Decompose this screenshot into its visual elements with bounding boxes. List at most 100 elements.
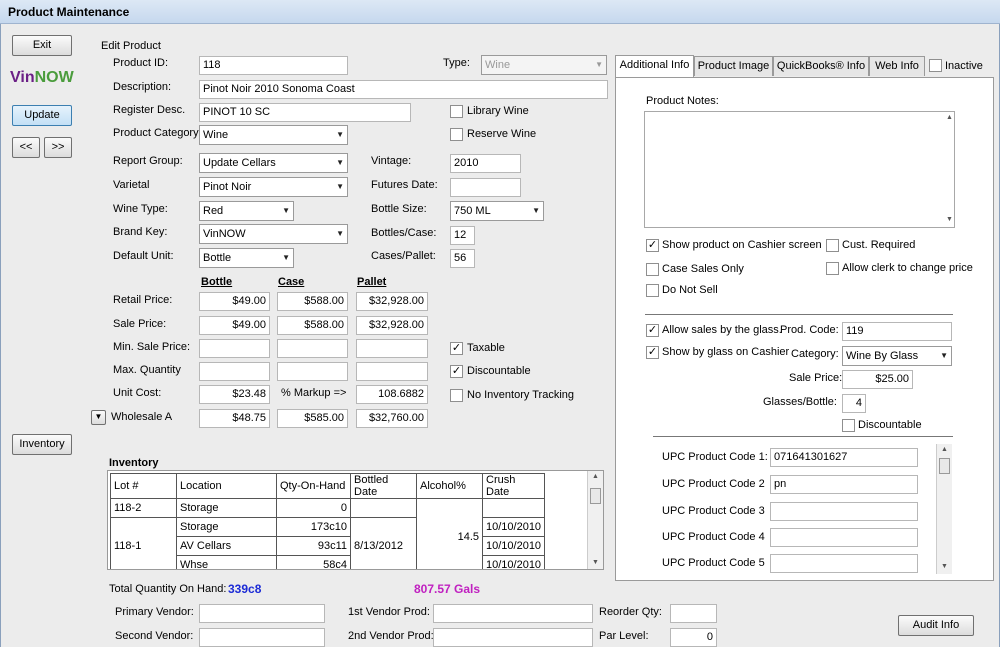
wine-type-select[interactable]: Red <box>199 201 294 221</box>
discountable-checkbox[interactable]: ✓ <box>450 365 463 378</box>
exit-button[interactable]: Exit <box>12 35 72 56</box>
wholesale-case-field[interactable]: $585.00 <box>277 409 348 428</box>
glass-category-select[interactable]: Wine By Glass <box>842 346 952 366</box>
retail-case-field[interactable]: $588.00 <box>277 292 348 311</box>
register-desc-field[interactable]: PINOT 10 SC <box>199 103 411 122</box>
tab-additional-info[interactable]: Additional Info <box>615 55 694 77</box>
product-notes-textarea[interactable]: ▲ ▼ <box>644 111 955 228</box>
inactive-checkbox[interactable] <box>929 59 942 72</box>
table-row[interactable]: 118-2 Storage 0 14.5 <box>110 498 546 569</box>
inventory-button[interactable]: Inventory <box>12 434 72 455</box>
lot-cell: 118-2 <box>110 498 177 518</box>
qty-cell: 0 <box>276 498 351 518</box>
sale-pallet-field[interactable]: $32,928.00 <box>356 316 428 335</box>
reorder-qty-field[interactable] <box>670 604 717 623</box>
upc-scrollbar[interactable]: ▲ ▼ <box>936 444 952 574</box>
location-cell: AV Cellars <box>176 536 277 556</box>
scroll-up-icon: ▲ <box>941 446 948 453</box>
glass-discountable-checkbox[interactable] <box>842 419 855 432</box>
cust-required-label: Cust. Required <box>842 239 916 251</box>
first-vendor-prod-field[interactable] <box>433 604 593 623</box>
default-unit-select[interactable]: Bottle <box>199 248 294 268</box>
glass-sale-price-field[interactable]: $25.00 <box>842 370 913 389</box>
product-category-select[interactable]: Wine <box>199 125 348 145</box>
unit-cost-field[interactable]: $23.48 <box>199 385 270 404</box>
wholesale-pallet-field[interactable]: $32,760.00 <box>356 409 428 428</box>
max-qty-case-field[interactable] <box>277 362 348 381</box>
tab-product-image[interactable]: Product Image <box>694 56 773 76</box>
table-header-cell: Alcohol% <box>416 473 483 499</box>
price-level-dropdown-button[interactable]: ▼ <box>91 410 106 425</box>
no-inventory-tracking-checkbox[interactable] <box>450 389 463 402</box>
varietal-select[interactable]: Pinot Noir <box>199 177 348 197</box>
par-level-label: Par Level: <box>599 630 649 642</box>
inventory-heading: Inventory <box>109 457 159 469</box>
upc-code-field[interactable]: pn <box>770 475 918 494</box>
no-inventory-tracking-label: No Inventory Tracking <box>467 389 574 401</box>
futures-date-label: Futures Date: <box>371 179 438 191</box>
library-wine-checkbox[interactable] <box>450 105 463 118</box>
cases-pallet-field[interactable]: 56 <box>450 249 475 268</box>
divider <box>653 436 953 437</box>
upc-code-field[interactable] <box>770 554 918 573</box>
scroll-thumb[interactable] <box>939 458 950 474</box>
inventory-grid[interactable]: Lot # Location Qty-On-Hand Bottled Date … <box>107 470 604 570</box>
show-on-cashier-checkbox[interactable]: ✓ <box>646 239 659 252</box>
min-sale-case-field[interactable] <box>277 339 348 358</box>
cust-required-checkbox[interactable] <box>826 239 839 252</box>
reserve-wine-checkbox[interactable] <box>450 128 463 141</box>
varietal-label: Varietal <box>113 179 150 191</box>
scroll-thumb[interactable] <box>590 488 601 504</box>
qty-cell: 173c10 <box>276 517 351 537</box>
vintage-field[interactable]: 2010 <box>450 154 521 173</box>
min-sale-pallet-field[interactable] <box>356 339 428 358</box>
upc-code-field[interactable]: 071641301627 <box>770 448 918 467</box>
min-sale-bottle-field[interactable] <box>199 339 270 358</box>
report-group-select[interactable]: Update Cellars <box>199 153 348 173</box>
tab-web-info[interactable]: Web Info <box>869 56 925 76</box>
bottle-size-select[interactable]: 750 ML <box>450 201 544 221</box>
prod-code-field[interactable]: 119 <box>842 322 952 341</box>
description-field[interactable]: Pinot Noir 2010 Sonoma Coast <box>199 80 608 99</box>
audit-info-button[interactable]: Audit Info <box>898 615 974 636</box>
sale-case-field[interactable]: $588.00 <box>277 316 348 335</box>
retail-pallet-field[interactable]: $32,928.00 <box>356 292 428 311</box>
allow-sales-by-glass-label: Allow sales by the glass. <box>662 324 782 336</box>
table-header-cell: Lot # <box>110 473 177 499</box>
inventory-scrollbar[interactable]: ▲ ▼ <box>587 471 603 569</box>
max-qty-bottle-field[interactable] <box>199 362 270 381</box>
type-select[interactable]: Wine <box>481 55 607 75</box>
previous-record-button[interactable]: << <box>12 137 40 158</box>
retail-bottle-field[interactable]: $49.00 <box>199 292 270 311</box>
next-record-button[interactable]: >> <box>44 137 72 158</box>
wholesale-bottle-field[interactable]: $48.75 <box>199 409 270 428</box>
description-label: Description: <box>113 81 172 93</box>
table-header-cell: Location <box>176 473 277 499</box>
markup-field[interactable]: 108.6882 <box>356 385 428 404</box>
show-by-glass-checkbox[interactable]: ✓ <box>646 346 659 359</box>
second-vendor-prod-field[interactable] <box>433 628 593 647</box>
sale-bottle-field[interactable]: $49.00 <box>199 316 270 335</box>
max-qty-pallet-field[interactable] <box>356 362 428 381</box>
case-sales-only-checkbox[interactable] <box>646 263 659 276</box>
glasses-per-bottle-field[interactable]: 4 <box>842 394 866 413</box>
allow-sales-by-glass-checkbox[interactable]: ✓ <box>646 324 659 337</box>
update-button[interactable]: Update <box>12 105 72 126</box>
upc-code-label: UPC Product Code 4 <box>662 531 765 543</box>
second-vendor-field[interactable] <box>199 628 325 647</box>
primary-vendor-field[interactable] <box>199 604 325 623</box>
second-vendor-label: Second Vendor: <box>115 630 194 642</box>
prod-code-label: Prod. Code: <box>780 324 839 336</box>
upc-code-field[interactable] <box>770 528 918 547</box>
futures-date-field[interactable] <box>450 178 521 197</box>
do-not-sell-checkbox[interactable] <box>646 284 659 297</box>
allow-clerk-change-price-checkbox[interactable] <box>826 262 839 275</box>
taxable-checkbox[interactable]: ✓ <box>450 342 463 355</box>
total-gallons-value: 807.57 Gals <box>414 582 481 596</box>
par-level-field[interactable]: 0 <box>670 628 717 647</box>
upc-code-field[interactable] <box>770 502 918 521</box>
brand-key-select[interactable]: VinNOW <box>199 224 348 244</box>
product-id-field[interactable]: 118 <box>199 56 348 75</box>
tab-quickbooks-info[interactable]: QuickBooks® Info <box>773 56 869 76</box>
bottles-case-field[interactable]: 12 <box>450 226 475 245</box>
